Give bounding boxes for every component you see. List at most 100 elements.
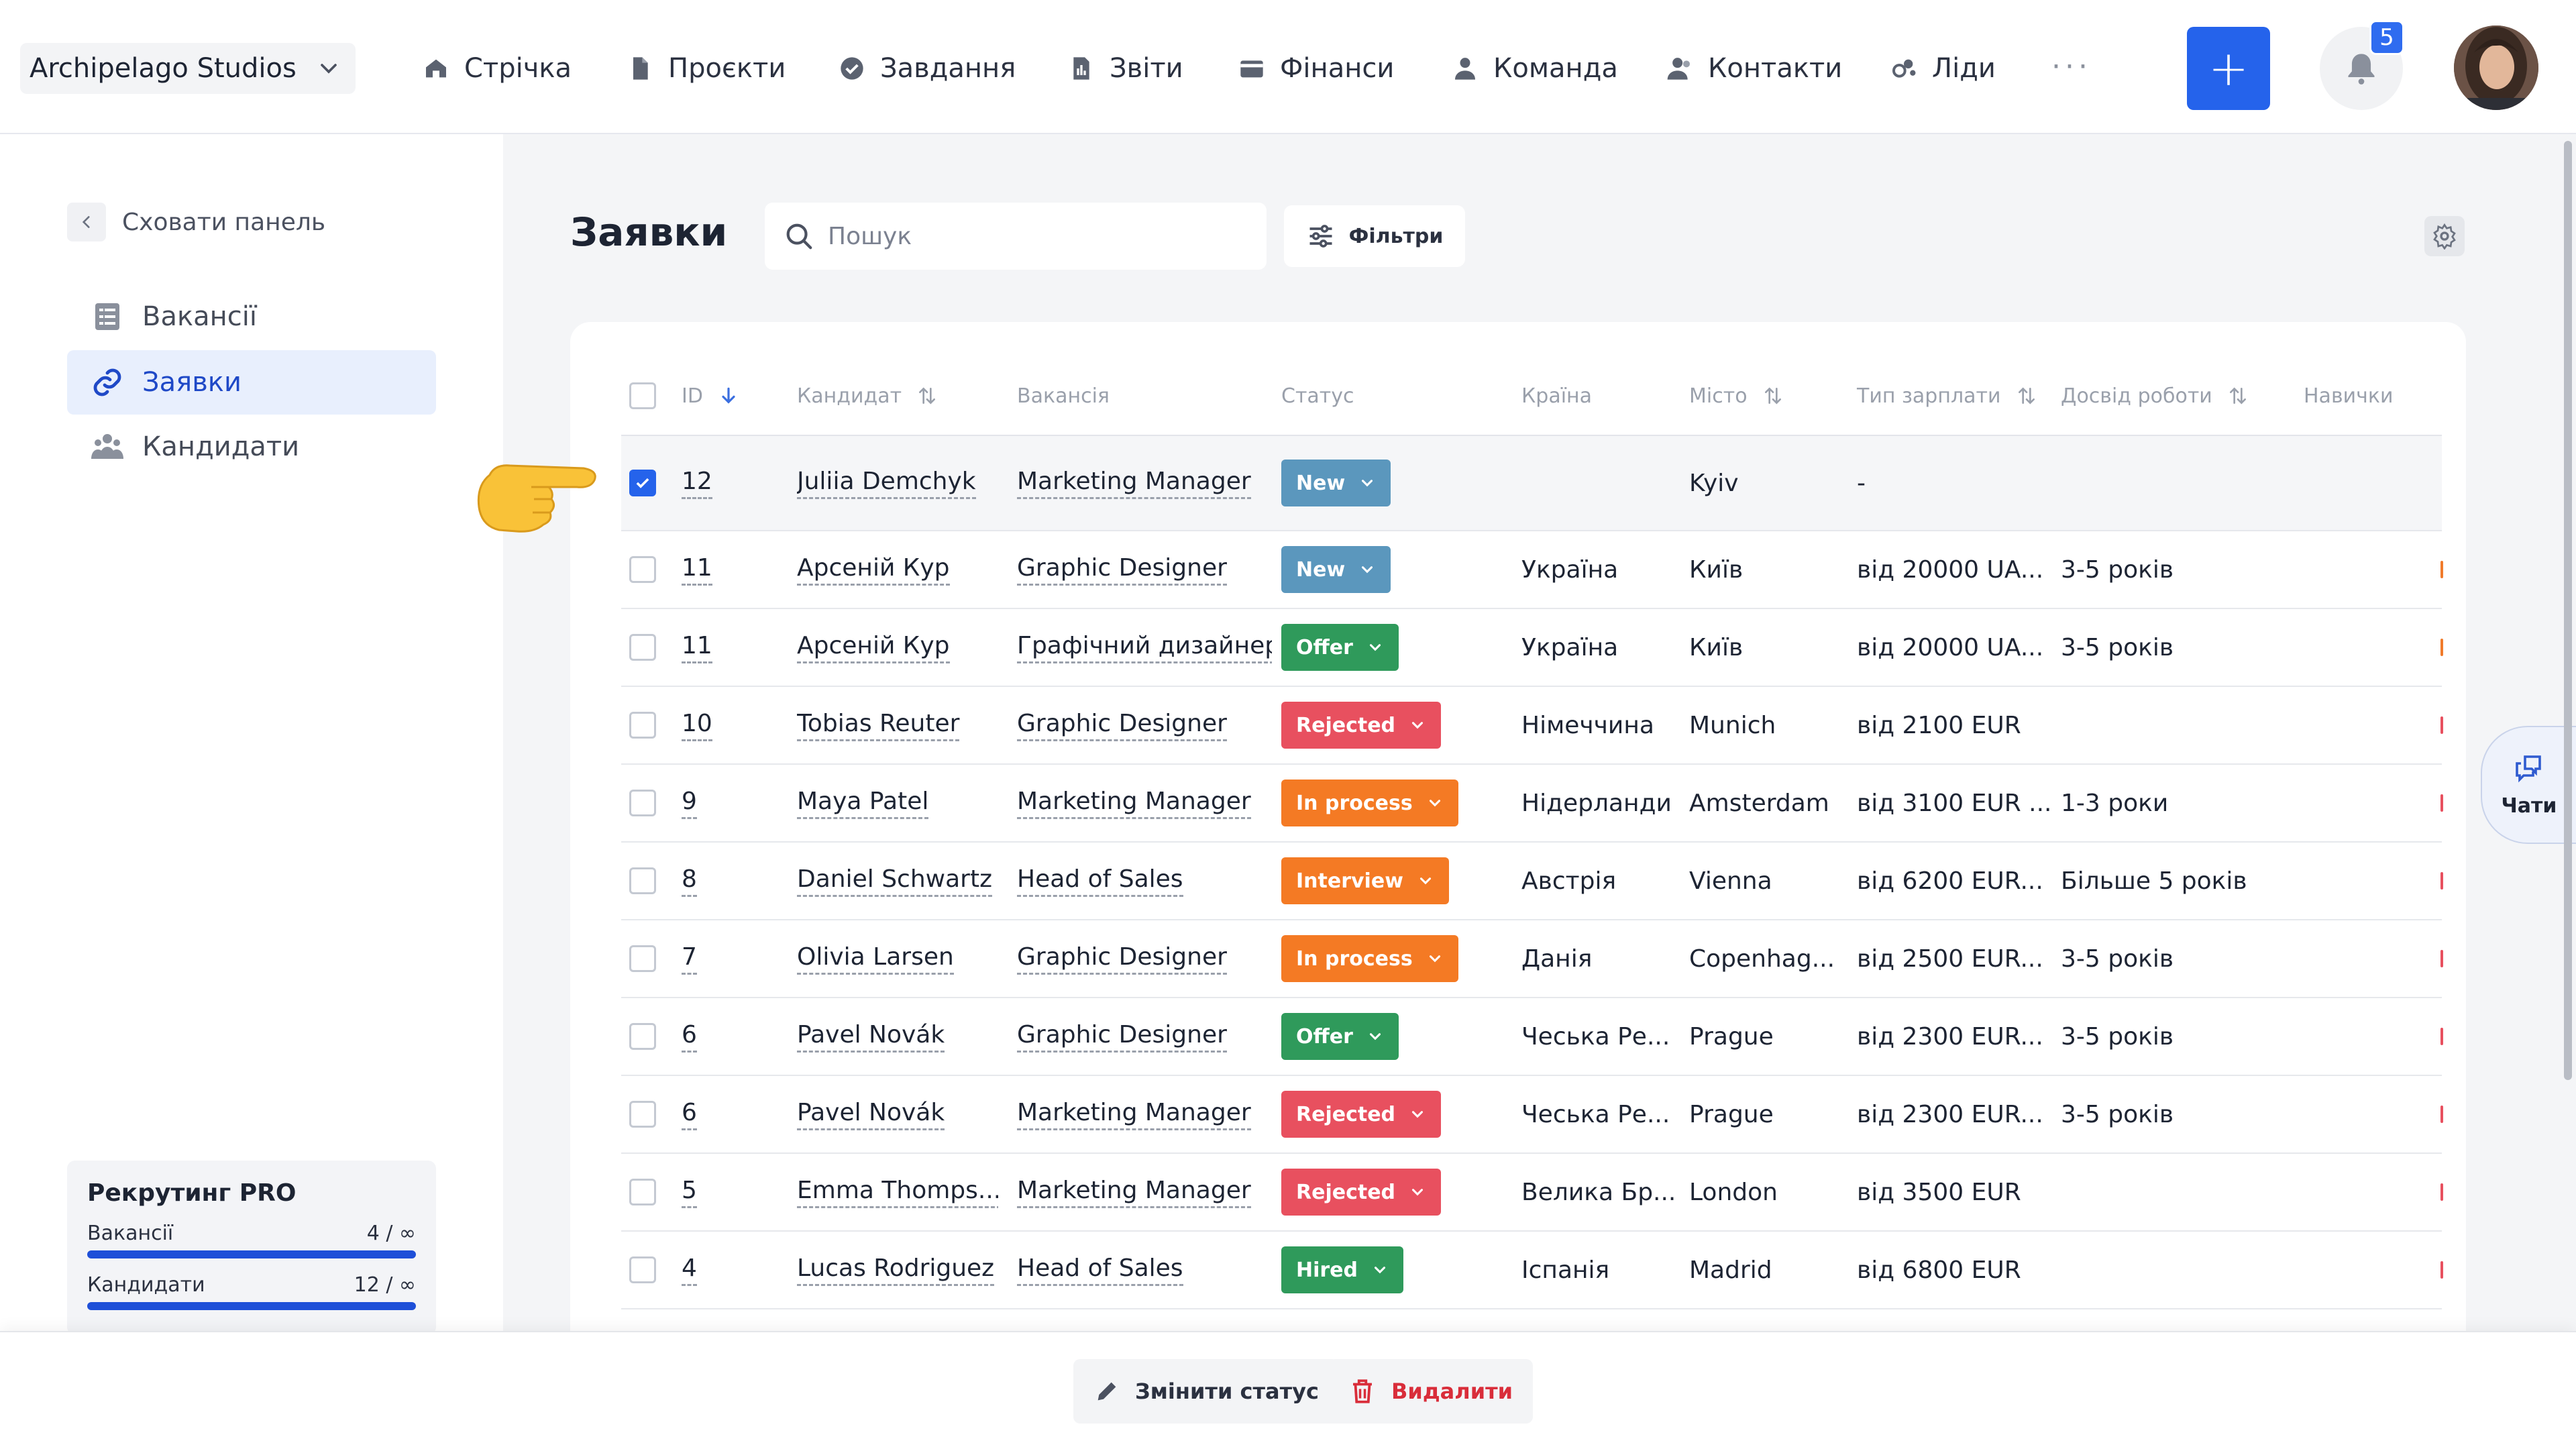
- id-link[interactable]: 6: [682, 1020, 697, 1053]
- table-row[interactable]: 12 Juliia Demchyk Marketing Manager New …: [621, 436, 2442, 531]
- user-avatar[interactable]: [2454, 25, 2538, 110]
- nav-item-leads[interactable]: Ліди: [1890, 46, 1996, 91]
- status-dropdown[interactable]: In process: [1281, 935, 1458, 982]
- column-header-city[interactable]: Місто: [1689, 356, 1784, 436]
- table-settings-button[interactable]: [2424, 216, 2465, 256]
- vacancy-link[interactable]: Marketing Manager: [1017, 1098, 1251, 1131]
- candidate-link[interactable]: Pavel Novák: [797, 1020, 945, 1053]
- candidate-link[interactable]: Maya Patel: [797, 787, 929, 820]
- status-dropdown[interactable]: Interview: [1281, 857, 1449, 904]
- row-checkbox[interactable]: [629, 945, 656, 972]
- candidate-link[interactable]: Lucas Rodriguez: [797, 1254, 995, 1287]
- nav-item-team[interactable]: Команда: [1452, 46, 1618, 91]
- table-row[interactable]: 6 Pavel Novák Marketing Manager Rejected…: [621, 1076, 2443, 1154]
- id-link[interactable]: 10: [682, 709, 712, 742]
- vacancy-link[interactable]: Marketing Manager: [1017, 1176, 1251, 1209]
- vacancy-link[interactable]: Head of Sales: [1017, 1254, 1183, 1287]
- nav-item-tasks[interactable]: Завдання: [839, 46, 1016, 91]
- hide-panel-button[interactable]: Сховати панель: [67, 203, 325, 241]
- vacancy-link[interactable]: Marketing Manager: [1017, 467, 1251, 500]
- candidate-link[interactable]: Daniel Schwartz: [797, 865, 992, 898]
- chats-tab[interactable]: Чати: [2481, 726, 2576, 844]
- status-dropdown[interactable]: Rejected: [1281, 1091, 1442, 1138]
- row-checkbox[interactable]: [629, 556, 656, 583]
- nav-item-contacts[interactable]: Контакти: [1666, 46, 1842, 91]
- table-row[interactable]: 4 Lucas Rodriguez Head of Sales Hired Іс…: [621, 1232, 2443, 1309]
- table-row[interactable]: 9 Maya Patel Marketing Manager In proces…: [621, 765, 2443, 843]
- table-row[interactable]: 11 Арсеній Кур Графічний дизайнер Offer …: [621, 609, 2443, 687]
- vacancy-link[interactable]: Графічний дизайнер: [1017, 631, 1272, 664]
- column-header-vacancy[interactable]: Вакансія: [1017, 356, 1110, 436]
- vacancy-link[interactable]: Marketing Manager: [1017, 787, 1251, 820]
- row-checkbox[interactable]: [629, 1101, 656, 1128]
- sidebar-item-candidates[interactable]: Кандидати: [67, 415, 436, 479]
- candidate-link[interactable]: Tobias Reuter: [797, 709, 960, 742]
- id-link[interactable]: 7: [682, 943, 697, 975]
- id-link[interactable]: 8: [682, 865, 697, 898]
- column-header-status[interactable]: Статус: [1281, 356, 1354, 436]
- status-dropdown[interactable]: In process: [1281, 780, 1458, 826]
- table-row[interactable]: 8 Daniel Schwartz Head of Sales Intervie…: [621, 843, 2443, 920]
- vacancy-link[interactable]: Head of Sales: [1017, 865, 1183, 898]
- status-dropdown[interactable]: Rejected: [1281, 702, 1442, 749]
- more-menu-icon[interactable]: ···: [2051, 50, 2092, 84]
- row-checkbox[interactable]: [629, 470, 656, 496]
- row-checkbox[interactable]: [629, 1256, 656, 1283]
- id-link[interactable]: 9: [682, 787, 697, 820]
- search-input[interactable]: [828, 222, 1244, 250]
- change-status-button[interactable]: Змінити статус: [1073, 1359, 1339, 1424]
- row-checkbox[interactable]: [629, 867, 656, 894]
- row-checkbox[interactable]: [629, 634, 656, 661]
- id-link[interactable]: 11: [682, 553, 712, 586]
- column-header-skills[interactable]: Навички: [2304, 356, 2393, 436]
- status-dropdown[interactable]: Offer: [1281, 624, 1399, 671]
- column-header-experience[interactable]: Досвід роботи: [2061, 356, 2249, 436]
- delete-button[interactable]: Видалити: [1328, 1359, 1534, 1424]
- page-scrollbar[interactable]: [2564, 141, 2572, 1080]
- nav-item-reports[interactable]: Звіти: [1068, 46, 1183, 91]
- row-checkbox[interactable]: [629, 712, 656, 739]
- vacancy-link[interactable]: Graphic Designer: [1017, 943, 1227, 975]
- id-link[interactable]: 12: [682, 467, 712, 500]
- table-row[interactable]: 7 Olivia Larsen Graphic Designer In proc…: [621, 920, 2443, 998]
- column-header-country[interactable]: Країна: [1521, 356, 1592, 436]
- vacancy-link[interactable]: Graphic Designer: [1017, 709, 1227, 742]
- table-row[interactable]: 10 Tobias Reuter Graphic Designer Reject…: [621, 687, 2443, 765]
- candidate-link[interactable]: Арсеній Кур: [797, 553, 950, 586]
- status-dropdown[interactable]: New: [1281, 460, 1391, 506]
- id-link[interactable]: 5: [682, 1176, 697, 1209]
- company-switcher[interactable]: Archipelago Studios: [20, 43, 356, 94]
- candidate-link[interactable]: Olivia Larsen: [797, 943, 954, 975]
- select-all-checkbox[interactable]: [629, 382, 656, 409]
- row-checkbox[interactable]: [629, 790, 656, 816]
- status-dropdown[interactable]: Hired: [1281, 1246, 1404, 1293]
- column-header-candidate[interactable]: Кандидат: [797, 356, 938, 436]
- add-button[interactable]: +: [2187, 27, 2270, 110]
- table-row[interactable]: 5 Emma Thomps... Marketing Manager Rejec…: [621, 1154, 2443, 1232]
- nav-item-projects[interactable]: Проєкти: [627, 46, 786, 91]
- status-dropdown[interactable]: New: [1281, 546, 1391, 593]
- sidebar-item-applications[interactable]: Заявки: [67, 350, 436, 415]
- candidate-link[interactable]: Emma Thomps...: [797, 1176, 998, 1209]
- candidate-link[interactable]: Juliia Demchyk: [797, 467, 976, 500]
- id-link[interactable]: 4: [682, 1254, 697, 1287]
- status-dropdown[interactable]: Rejected: [1281, 1169, 1442, 1216]
- filters-button[interactable]: Фільтри: [1284, 205, 1465, 267]
- table-row[interactable]: 6 Pavel Novák Graphic Designer Offer Чес…: [621, 998, 2443, 1076]
- id-link[interactable]: 6: [682, 1098, 697, 1131]
- id-link[interactable]: 11: [682, 631, 712, 664]
- column-header-salary[interactable]: Тип зарплати: [1857, 356, 2037, 436]
- candidate-link[interactable]: Pavel Novák: [797, 1098, 945, 1131]
- vacancy-link[interactable]: Graphic Designer: [1017, 553, 1227, 586]
- sidebar-item-vacancies[interactable]: Вакансії: [67, 284, 436, 349]
- status-dropdown[interactable]: Offer: [1281, 1013, 1399, 1060]
- row-checkbox[interactable]: [629, 1023, 656, 1050]
- table-row[interactable]: 11 Арсеній Кур Graphic Designer New Укра…: [621, 531, 2443, 609]
- nav-item-feed[interactable]: Стрічка: [423, 46, 572, 91]
- search-box[interactable]: [765, 203, 1267, 270]
- column-header-id[interactable]: ID: [682, 356, 739, 436]
- vacancy-link[interactable]: Graphic Designer: [1017, 1020, 1227, 1053]
- row-checkbox[interactable]: [629, 1179, 656, 1205]
- candidate-link[interactable]: Арсеній Кур: [797, 631, 950, 664]
- nav-item-finance[interactable]: Фінанси: [1238, 46, 1394, 91]
